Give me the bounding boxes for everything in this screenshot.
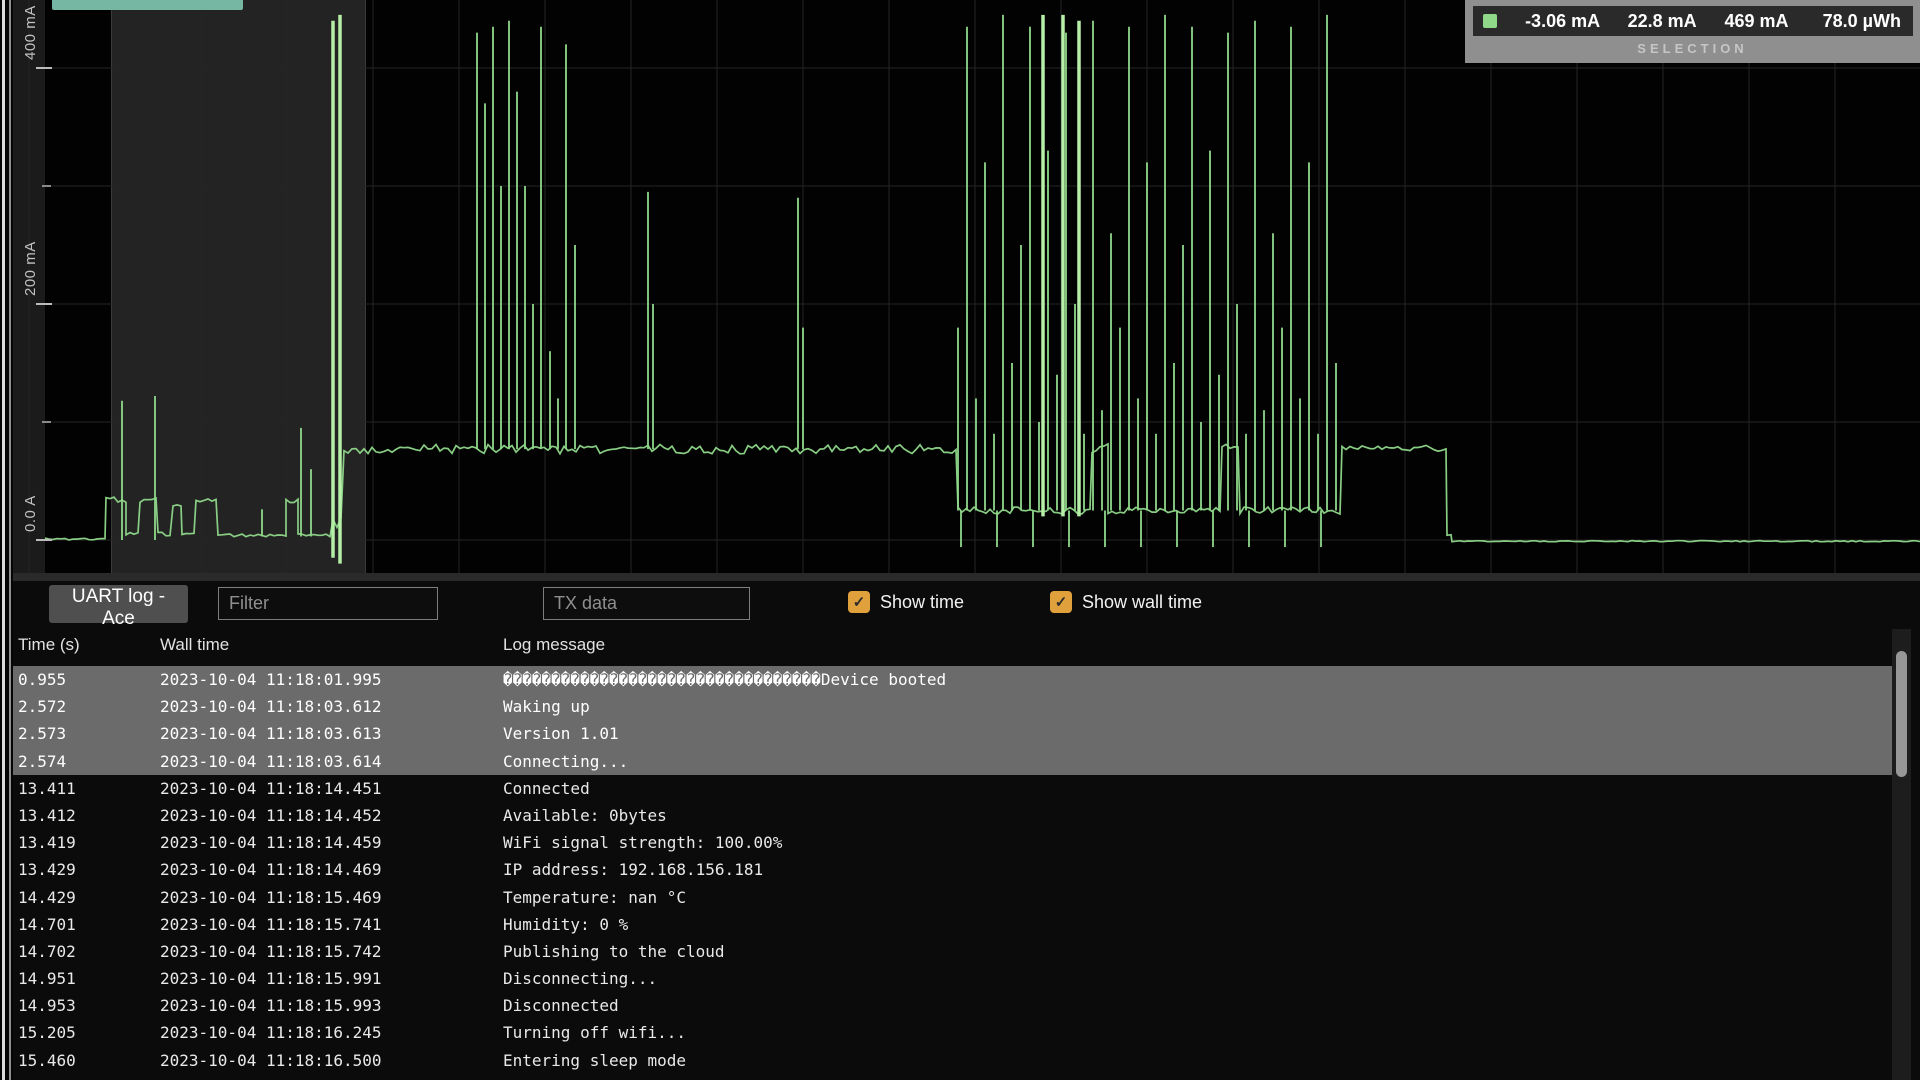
log-cell-wall: 2023-10-04 11:18:15.991 bbox=[160, 965, 382, 992]
log-scrollbar-thumb[interactable] bbox=[1896, 651, 1907, 777]
header-time: Time (s) bbox=[18, 635, 80, 655]
y-axis-label: 400 mA bbox=[22, 5, 39, 60]
show-time-label: Show time bbox=[880, 592, 964, 613]
log-cell-msg: Available: 0bytes bbox=[503, 802, 667, 829]
log-row[interactable]: 14.953 2023-10-04 11:18:15.993 Disconnecte… bbox=[0, 992, 1893, 1019]
show-wall-time-label: Show wall time bbox=[1082, 592, 1202, 613]
y-axis-label: 0.0 A bbox=[22, 495, 39, 532]
show-time-checkbox[interactable]: ✓ bbox=[848, 591, 870, 613]
log-row[interactable]: 13.429 2023-10-04 11:18:14.469 IP address:… bbox=[0, 856, 1893, 883]
log-cell-wall: 2023-10-04 11:18:14.451 bbox=[160, 775, 382, 802]
y-axis-minor-tick bbox=[42, 421, 51, 423]
log-row[interactable]: 13.412 2023-10-04 11:18:14.452 Available: … bbox=[0, 802, 1893, 829]
y-axis-label: 200 mA bbox=[22, 241, 39, 296]
show-wall-time-option: ✓ Show wall time bbox=[1050, 591, 1202, 613]
log-cell-time: 14.429 bbox=[18, 884, 76, 911]
stat-min: -3.06 mA bbox=[1497, 11, 1600, 32]
log-cell-msg: Humidity: 0 % bbox=[503, 911, 628, 938]
log-cell-msg: Publishing to the cloud bbox=[503, 938, 725, 965]
selection-caption: SELECTION bbox=[1465, 36, 1920, 60]
selection-stats-box: -3.06 mA 22.8 mA 469 mA 78.0 µWh SELECTI… bbox=[1465, 0, 1920, 63]
log-cell-msg: Turning off wifi... bbox=[503, 1019, 686, 1046]
log-cell-wall: 2023-10-04 11:18:16.500 bbox=[160, 1047, 382, 1074]
stat-charge: 78.0 µWh bbox=[1789, 11, 1901, 32]
log-cell-time: 2.573 bbox=[18, 720, 66, 747]
tx-data-input[interactable] bbox=[543, 587, 750, 620]
log-cell-time: 14.951 bbox=[18, 965, 76, 992]
log-cell-time: 2.574 bbox=[18, 748, 66, 775]
log-cell-msg: Temperature: nan °C bbox=[503, 884, 686, 911]
log-cell-msg: Version 1.01 bbox=[503, 720, 619, 747]
log-cell-time: 0.955 bbox=[18, 666, 66, 693]
log-cell-wall: 2023-10-04 11:18:15.741 bbox=[160, 911, 382, 938]
window-edge bbox=[0, 0, 13, 1080]
trace-legend-swatch bbox=[1483, 14, 1497, 28]
log-cell-wall: 2023-10-04 11:18:16.245 bbox=[160, 1019, 382, 1046]
log-row[interactable]: 14.701 2023-10-04 11:18:15.741 Humidity: 0… bbox=[0, 911, 1893, 938]
log-cell-time: 14.701 bbox=[18, 911, 76, 938]
log-toolbar: UART log - Ace ✓ Show time ✓ Show wall t… bbox=[0, 583, 1920, 627]
overview-pan-bar[interactable] bbox=[52, 0, 243, 10]
log-row[interactable]: 13.411 2023-10-04 11:18:14.451 Connected bbox=[0, 775, 1893, 802]
log-cell-msg: IP address: 192.168.156.181 bbox=[503, 856, 763, 883]
log-row[interactable]: 14.702 2023-10-04 11:18:15.742 Publishing … bbox=[0, 938, 1893, 965]
log-cell-msg: Disconnecting... bbox=[503, 965, 657, 992]
filter-input[interactable] bbox=[218, 587, 438, 620]
stat-avg: 22.8 mA bbox=[1600, 11, 1697, 32]
log-cell-time: 14.702 bbox=[18, 938, 76, 965]
log-cell-msg: Disconnected bbox=[503, 992, 619, 1019]
log-row[interactable]: 15.205 2023-10-04 11:18:16.245 Turning off… bbox=[0, 1019, 1893, 1046]
log-cell-wall: 2023-10-04 11:18:14.459 bbox=[160, 829, 382, 856]
log-cell-time: 15.460 bbox=[18, 1047, 76, 1074]
log-cell-wall: 2023-10-04 11:18:03.612 bbox=[160, 693, 382, 720]
log-cell-time: 13.419 bbox=[18, 829, 76, 856]
log-cell-msg: Connected bbox=[503, 775, 590, 802]
y-axis-minor-tick bbox=[42, 185, 51, 187]
log-cell-msg: Waking up bbox=[503, 693, 590, 720]
log-cell-msg: WiFi signal strength: 100.00% bbox=[503, 829, 782, 856]
log-cell-wall: 2023-10-04 11:18:03.614 bbox=[160, 748, 382, 775]
log-cell-wall: 2023-10-04 11:18:15.993 bbox=[160, 992, 382, 1019]
log-scrollbar-track[interactable] bbox=[1892, 629, 1911, 1080]
log-cell-wall: 2023-10-04 11:18:14.469 bbox=[160, 856, 382, 883]
log-cell-msg: ���������������������������������Device … bbox=[503, 666, 946, 693]
log-cell-msg: Entering sleep mode bbox=[503, 1047, 686, 1074]
log-cell-time: 13.412 bbox=[18, 802, 76, 829]
y-axis-major-tick bbox=[36, 539, 52, 541]
log-cell-time: 14.953 bbox=[18, 992, 76, 1019]
log-cell-msg: Connecting... bbox=[503, 748, 628, 775]
y-axis-major-tick bbox=[36, 67, 52, 69]
header-log-message: Log message bbox=[503, 635, 605, 655]
stat-max: 469 mA bbox=[1697, 11, 1789, 32]
log-cell-wall: 2023-10-04 11:18:15.742 bbox=[160, 938, 382, 965]
log-cell-time: 13.429 bbox=[18, 856, 76, 883]
log-cell-wall: 2023-10-04 11:18:01.995 bbox=[160, 666, 382, 693]
panel-divider[interactable] bbox=[0, 573, 1920, 581]
log-table-header: Time (s) Wall time Log message bbox=[0, 629, 1893, 659]
y-axis-major-tick bbox=[36, 303, 52, 305]
log-row[interactable]: 2.572 2023-10-04 11:18:03.612 Waking up bbox=[0, 693, 1893, 720]
uart-source-button[interactable]: UART log - Ace bbox=[49, 585, 188, 623]
log-row[interactable]: 0.955 2023-10-04 11:18:01.995 ������������… bbox=[0, 666, 1893, 693]
log-cell-time: 2.572 bbox=[18, 693, 66, 720]
log-row[interactable]: 2.573 2023-10-04 11:18:03.613 Version 1.01 bbox=[0, 720, 1893, 747]
log-cell-time: 15.205 bbox=[18, 1019, 76, 1046]
power-trace bbox=[0, 0, 1920, 573]
log-row[interactable]: 2.574 2023-10-04 11:18:03.614 Connecting..… bbox=[0, 748, 1893, 775]
log-row[interactable]: 15.460 2023-10-04 11:18:16.500 Entering sl… bbox=[0, 1047, 1893, 1074]
log-row[interactable]: 13.419 2023-10-04 11:18:14.459 WiFi signal… bbox=[0, 829, 1893, 856]
log-cell-wall: 2023-10-04 11:18:03.613 bbox=[160, 720, 382, 747]
uart-log-panel: UART log - Ace ✓ Show time ✓ Show wall t… bbox=[0, 581, 1920, 1080]
selection-stats-values: -3.06 mA 22.8 mA 469 mA 78.0 µWh bbox=[1473, 6, 1913, 36]
log-cell-wall: 2023-10-04 11:18:15.469 bbox=[160, 884, 382, 911]
log-rows: 0.955 2023-10-04 11:18:01.995 ������������… bbox=[0, 666, 1893, 1074]
show-wall-time-checkbox[interactable]: ✓ bbox=[1050, 591, 1072, 613]
log-row[interactable]: 14.429 2023-10-04 11:18:15.469 Temperature… bbox=[0, 884, 1893, 911]
show-time-option: ✓ Show time bbox=[848, 591, 964, 613]
header-wall-time: Wall time bbox=[160, 635, 229, 655]
log-row[interactable]: 14.951 2023-10-04 11:18:15.991 Disconnecti… bbox=[0, 965, 1893, 992]
log-cell-wall: 2023-10-04 11:18:14.452 bbox=[160, 802, 382, 829]
power-chart-panel[interactable]: 400 mA 200 mA 0.0 A -3.06 mA 22.8 mA 469 m… bbox=[0, 0, 1920, 573]
log-cell-time: 13.411 bbox=[18, 775, 76, 802]
